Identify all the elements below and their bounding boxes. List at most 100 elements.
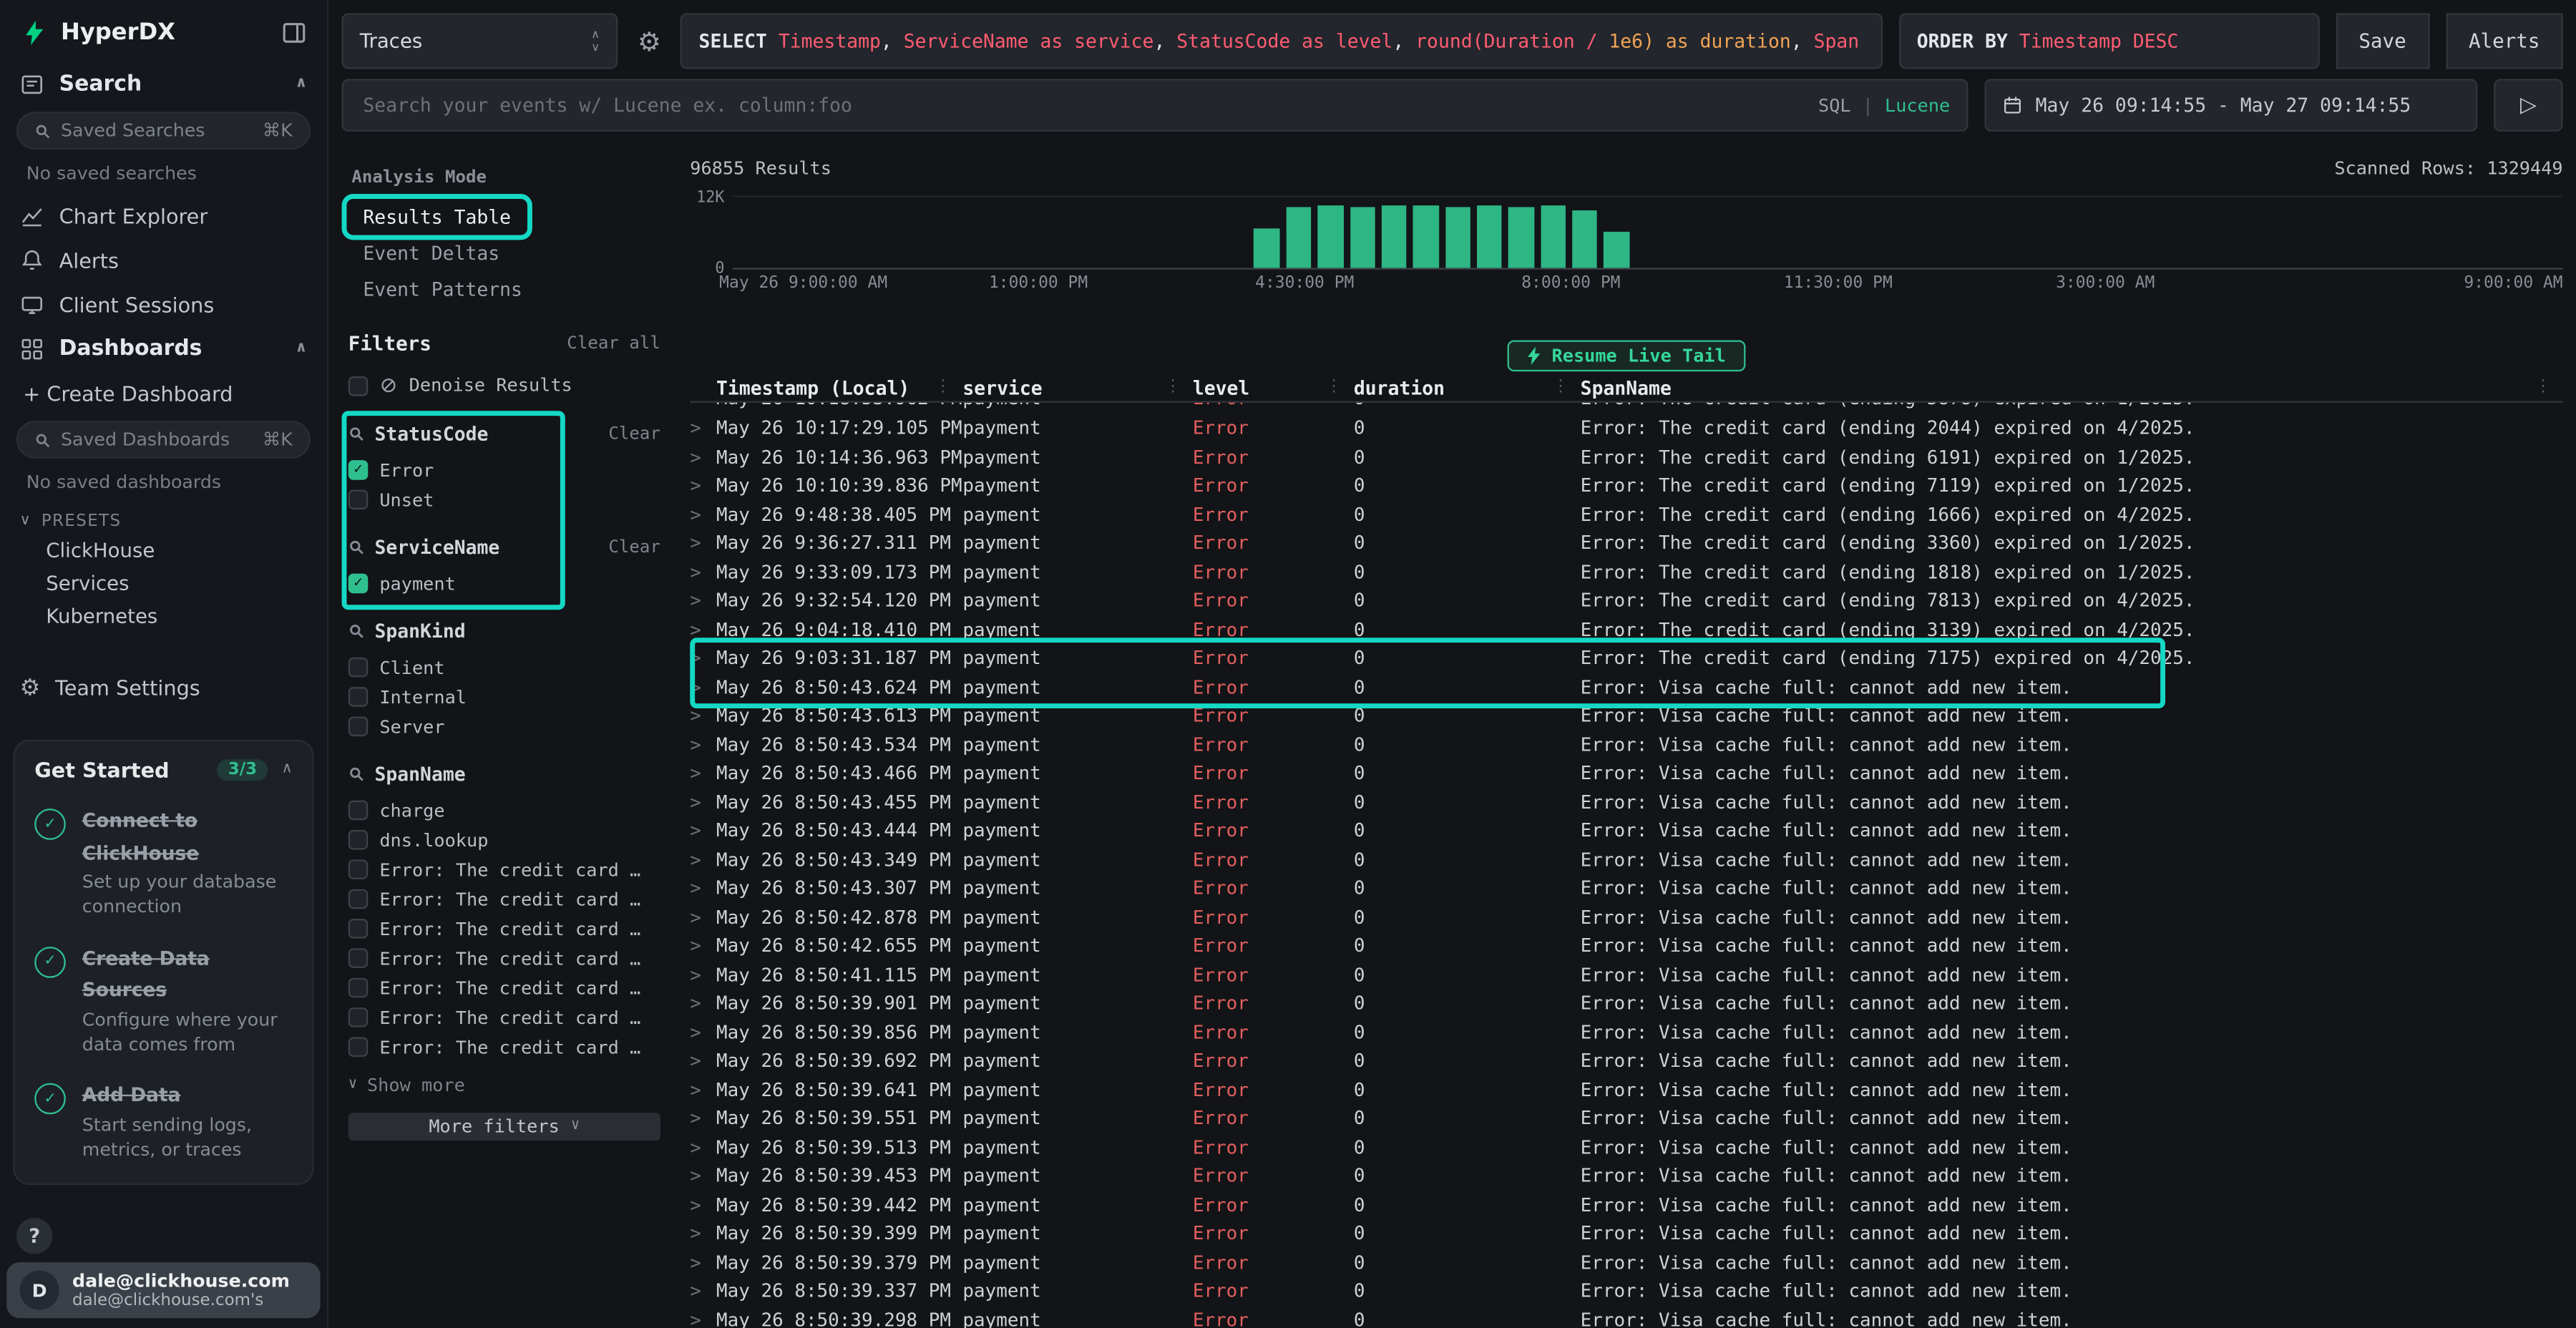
get-started-item[interactable]: ✓ Connect to ClickHouse Set up your data… [34,802,292,920]
checkbox[interactable] [348,830,369,850]
row-expand-chevron[interactable]: > [690,1166,716,1187]
checkbox[interactable] [348,978,369,998]
table-row[interactable]: >May 26 9:04:18.410 PMpaymentError0Error… [690,615,2562,644]
histogram-bar[interactable] [1350,207,1375,268]
table-row[interactable]: >May 26 8:50:39.379 PMpaymentError0Error… [690,1249,2562,1277]
row-expand-chevron[interactable]: > [690,648,716,670]
row-expand-chevron[interactable]: > [690,1194,716,1216]
alerts-button[interactable]: Alerts [2446,13,2563,69]
show-more-button[interactable]: ∨ Show more [348,1075,667,1096]
column-header-timestamp-local[interactable]: Timestamp (Local)⋮ [716,376,962,399]
row-expand-chevron[interactable]: > [690,1080,716,1101]
row-expand-chevron[interactable]: > [690,403,716,410]
saved-searches-input[interactable]: Saved Searches ⌘K [16,112,311,150]
source-settings-gear-icon[interactable]: ⚙ [634,13,664,69]
table-row[interactable]: >May 26 8:50:43.466 PMpaymentError0Error… [690,759,2562,788]
table-row[interactable]: >May 26 8:50:39.453 PMpaymentError0Error… [690,1162,2562,1191]
checkbox[interactable] [348,1037,369,1057]
sidebar-collapse-icon[interactable] [281,20,308,47]
filter-option-error-the-credit-card[interactable]: Error: The credit card … [348,914,667,943]
table-row[interactable]: >May 26 9:32:54.120 PMpaymentError0Error… [690,587,2562,615]
checkbox[interactable] [348,889,369,909]
sidebar-item-kubernetes[interactable]: Kubernetes [0,600,327,633]
table-row[interactable]: >May 26 8:50:39.442 PMpaymentError0Error… [690,1191,2562,1219]
filter-option-client[interactable]: Client [348,653,667,682]
histogram-bar[interactable] [1382,205,1407,268]
create-dashboard-button[interactable]: + Create Dashboard [0,371,327,416]
table-row[interactable]: >May 26 9:33:09.173 PMpaymentError0Error… [690,558,2562,587]
filter-option-unset[interactable]: Unset [348,485,667,514]
sidebar-item-dashboards[interactable]: Dashboards ∧ [0,327,327,371]
table-row[interactable]: >May 26 8:50:39.641 PMpaymentError0Error… [690,1075,2562,1104]
row-expand-chevron[interactable]: > [690,936,716,957]
table-row[interactable]: >May 26 8:50:43.307 PMpaymentError0Error… [690,874,2562,903]
presets-section-header[interactable]: ∨ PRESETS [0,503,327,534]
table-row[interactable]: >May 26 10:14:36.963 PMpaymentError0Erro… [690,443,2562,472]
checkbox[interactable] [348,919,369,939]
sidebar-item-services[interactable]: Services [0,567,327,600]
table-row[interactable]: >May 26 10:17:29.105 PMpaymentError0Erro… [690,414,2562,443]
table-row[interactable]: >May 26 8:50:39.337 PMpaymentError0Error… [690,1277,2562,1306]
histogram-bar[interactable] [1286,207,1311,268]
table-row[interactable]: >May 26 8:50:41.115 PMpaymentError0Error… [690,961,2562,990]
save-button[interactable]: Save [2336,13,2429,69]
lucene-mode-button[interactable]: Lucene [1885,94,1950,116]
table-row[interactable]: >May 26 8:50:43.613 PMpaymentError0Error… [690,702,2562,731]
row-expand-chevron[interactable]: > [690,821,716,842]
checkbox[interactable] [348,948,369,968]
histogram-bar[interactable] [1572,210,1597,268]
search-input[interactable] [360,92,1805,119]
histogram-bar[interactable] [1541,205,1566,268]
table-row[interactable]: >May 26 8:50:43.624 PMpaymentError0Error… [690,673,2562,702]
column-resize-handle[interactable]: ⋮ [1326,378,1354,396]
row-expand-chevron[interactable]: > [690,1309,716,1328]
row-expand-chevron[interactable]: > [690,619,716,640]
row-expand-chevron[interactable]: > [690,1050,716,1072]
filter-option-error[interactable]: ✓Error [348,455,667,484]
histogram-bar[interactable] [1413,205,1438,268]
row-expand-chevron[interactable]: > [690,504,716,526]
table-row[interactable]: >May 26 8:50:43.349 PMpaymentError0Error… [690,846,2562,874]
filter-option-server[interactable]: Server [348,712,667,741]
row-expand-chevron[interactable]: > [690,1137,716,1158]
filter-option-payment[interactable]: ✓payment [348,569,667,598]
table-row[interactable]: >May 26 8:50:39.399 PMpaymentError0Error… [690,1219,2562,1248]
histogram-plot[interactable] [733,195,2563,269]
checkbox[interactable] [348,717,369,737]
row-expand-chevron[interactable]: > [690,1108,716,1130]
filter-option-dns-lookup[interactable]: dns.lookup [348,825,667,854]
table-row[interactable]: >May 26 8:50:43.534 PMpaymentError0Error… [690,731,2562,759]
row-expand-chevron[interactable]: > [690,1252,716,1274]
table-row[interactable]: >May 26 10:10:39.836 PMpaymentError0Erro… [690,472,2562,500]
sidebar-item-search[interactable]: Search ∧ [0,62,327,107]
row-expand-chevron[interactable]: > [690,763,716,784]
checkbox[interactable] [348,859,369,879]
checkbox[interactable] [348,376,369,396]
analysis-mode-results-table[interactable]: Results Table [348,200,526,233]
checkbox[interactable] [348,490,369,510]
filter-option-error-the-credit-card[interactable]: Error: The credit card … [348,1032,667,1062]
sidebar-item-clickhouse[interactable]: ClickHouse [0,534,327,567]
order-by-editor[interactable]: ORDER BY Timestamp DESC [1898,13,2319,69]
row-expand-chevron[interactable]: > [690,1224,716,1245]
event-search-bar[interactable]: SQL | Lucene [342,79,1968,132]
column-resize-handle[interactable]: ⋮ [1553,378,1581,396]
histogram-bar[interactable] [1445,207,1470,268]
row-expand-chevron[interactable]: > [690,533,716,555]
sql-column-editor[interactable]: SELECT Timestamp, ServiceName as service… [680,13,1882,69]
filter-option-error-the-credit-card[interactable]: Error: The credit card … [348,973,667,1002]
table-row[interactable]: >May 26 8:50:42.878 PMpaymentError0Error… [690,903,2562,932]
row-expand-chevron[interactable]: > [690,446,716,468]
user-menu[interactable]: D dale@clickhouse.com dale@clickhouse.co… [6,1262,321,1318]
column-resize-handle[interactable]: ⋮ [1165,378,1193,396]
row-expand-chevron[interactable]: > [690,849,716,871]
sidebar-item-client-sessions[interactable]: Client Sessions [0,283,327,327]
table-row[interactable]: >May 26 9:48:38.405 PMpaymentError0Error… [690,500,2562,529]
filter-option-error-the-credit-card[interactable]: Error: The credit card … [348,854,667,884]
checkbox[interactable]: ✓ [348,574,369,594]
filter-option-error-the-credit-card[interactable]: Error: The credit card … [348,1002,667,1032]
get-started-item[interactable]: ✓ Create Data Sources Configure where yo… [34,939,292,1058]
column-resize-handle[interactable]: ⋮ [2535,378,2563,396]
row-expand-chevron[interactable]: > [690,590,716,612]
row-expand-chevron[interactable]: > [690,706,716,727]
